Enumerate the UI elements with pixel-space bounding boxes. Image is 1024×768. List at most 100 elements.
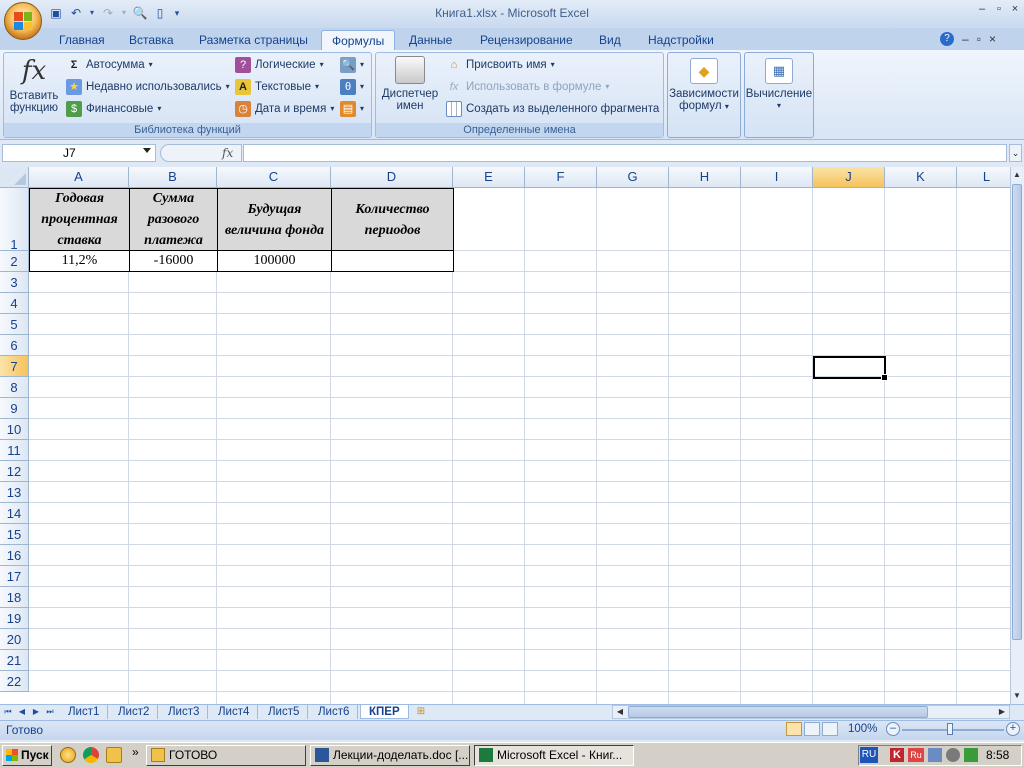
select-all-button[interactable] <box>0 167 29 188</box>
row-header-17[interactable]: 17 <box>0 566 29 587</box>
sheet-tab-kper[interactable]: КПЕР <box>360 705 409 719</box>
zoom-in-icon[interactable]: + <box>1006 722 1020 736</box>
formula-input[interactable] <box>243 144 1007 162</box>
first-sheet-icon[interactable]: ⏮ <box>2 705 14 719</box>
sheet-tab-3[interactable]: Лист3 <box>160 705 209 719</box>
tray-icon-2[interactable] <box>946 748 960 762</box>
cell-C2[interactable]: 100000 <box>217 250 332 272</box>
active-cell-cursor[interactable] <box>813 356 888 381</box>
tab-home[interactable]: Главная <box>49 30 115 50</box>
chrome-icon[interactable] <box>83 747 99 763</box>
task-gotovo[interactable]: ГОТОВО <box>146 745 306 766</box>
name-box[interactable]: J7 <box>2 144 156 162</box>
maximize-button[interactable]: ▫ <box>991 2 1007 16</box>
tab-data[interactable]: Данные <box>399 30 462 50</box>
name-box-dropdown-icon[interactable] <box>143 148 151 153</box>
scroll-down-icon[interactable]: ▼ <box>1011 690 1023 702</box>
office-button[interactable] <box>4 2 42 40</box>
cell-D1[interactable]: Количество периодов <box>331 188 454 251</box>
tray-icon-1[interactable] <box>928 748 942 762</box>
task-excel[interactable]: Microsoft Excel - Книг... <box>474 745 634 766</box>
column-header-k[interactable]: K <box>885 167 957 188</box>
page-break-view-button[interactable] <box>822 722 838 736</box>
antivirus-icon[interactable]: K <box>890 748 904 762</box>
tab-page-layout[interactable]: Разметка страницы <box>189 30 318 50</box>
row-header-18[interactable]: 18 <box>0 587 29 608</box>
cell-A2[interactable]: 11,2% <box>29 250 130 272</box>
quicklaunch-icon[interactable] <box>60 747 76 763</box>
worksheet-grid[interactable]: ABCDEFGHIJKL 1 2 3 4 5 6 7 8 9 10 11 12 13 14 15 16 17 18… <box>0 167 1010 704</box>
folder-shortcut-icon[interactable] <box>106 747 122 763</box>
column-header-l[interactable]: L <box>957 167 1010 188</box>
insert-sheet-icon[interactable]: ⊞ <box>410 705 432 719</box>
use-in-formula-button[interactable]: fx Использовать в формуле ▾ <box>446 78 610 96</box>
horizontal-scroll-thumb[interactable] <box>628 706 928 718</box>
column-header-a[interactable]: A <box>29 167 129 188</box>
ribbon-close-icon[interactable]: × <box>989 32 996 46</box>
sheet-tab-4[interactable]: Лист4 <box>210 705 259 719</box>
datetime-functions-button[interactable]: ◷ Дата и время ▾ <box>235 100 334 118</box>
prev-sheet-icon[interactable]: ◀ <box>16 705 28 719</box>
cell-B1[interactable]: Сумма разового платежа <box>129 188 218 251</box>
close-button[interactable]: × <box>1007 2 1023 16</box>
expand-formula-bar-icon[interactable]: ⌄ <box>1009 144 1022 162</box>
column-header-i[interactable]: I <box>741 167 813 188</box>
cell-B2[interactable]: -16000 <box>129 250 218 272</box>
text-functions-button[interactable]: A Текстовые ▾ <box>235 78 319 96</box>
row-header-11[interactable]: 11 <box>0 440 29 461</box>
last-sheet-icon[interactable]: ⏭ <box>44 705 56 719</box>
row-header-10[interactable]: 10 <box>0 419 29 440</box>
row-header-3[interactable]: 3 <box>0 272 29 293</box>
row-header-6[interactable]: 6 <box>0 335 29 356</box>
row-header-16[interactable]: 16 <box>0 545 29 566</box>
calculation-button[interactable]: ▦ Вычисление ▾ <box>745 58 813 112</box>
language-indicator[interactable]: RU <box>860 747 878 763</box>
insert-function-button[interactable]: fx Вставить функцию <box>6 56 62 114</box>
create-from-selection-button[interactable]: Создать из выделенного фрагмента <box>446 100 659 118</box>
row-header-19[interactable]: 19 <box>0 608 29 629</box>
zoom-out-icon[interactable]: – <box>886 722 900 736</box>
keyboard-layout-icon[interactable]: Ru <box>908 748 924 762</box>
autosum-button[interactable]: Σ Автосумма ▾ <box>66 56 153 74</box>
column-header-h[interactable]: H <box>669 167 741 188</box>
column-header-f[interactable]: F <box>525 167 597 188</box>
network-icon[interactable] <box>964 748 978 762</box>
sheet-tab-6[interactable]: Лист6 <box>310 705 359 719</box>
math-functions-button[interactable]: θ ▾ <box>340 78 364 96</box>
minimize-button[interactable]: – <box>974 2 990 16</box>
more-quicklaunch-icon[interactable]: » <box>132 745 139 759</box>
row-header-1[interactable]: 1 <box>0 188 29 252</box>
scroll-right-icon[interactable]: ▶ <box>996 706 1008 718</box>
column-header-g[interactable]: G <box>597 167 669 188</box>
ribbon-restore-icon[interactable]: ▫ <box>977 32 981 46</box>
zoom-slider-thumb[interactable] <box>947 723 953 735</box>
more-functions-button[interactable]: ▤ ▾ <box>340 100 364 118</box>
logical-functions-button[interactable]: ? Логические ▾ <box>235 56 324 74</box>
column-header-d[interactable]: D <box>331 167 453 188</box>
scroll-up-icon[interactable]: ▲ <box>1011 169 1023 181</box>
row-header-8[interactable]: 8 <box>0 377 29 398</box>
tab-review[interactable]: Рецензирование <box>470 30 583 50</box>
row-header-20[interactable]: 20 <box>0 629 29 650</box>
tab-addins[interactable]: Надстройки <box>638 30 724 50</box>
tab-insert[interactable]: Вставка <box>119 30 184 50</box>
scroll-left-icon[interactable]: ◀ <box>614 706 626 718</box>
row-header-12[interactable]: 12 <box>0 461 29 482</box>
row-header-14[interactable]: 14 <box>0 503 29 524</box>
recent-functions-button[interactable]: ★ Недавно использовались ▾ <box>66 78 230 96</box>
zoom-slider[interactable] <box>902 729 1004 731</box>
assign-name-button[interactable]: ⌂ Присвоить имя ▾ <box>446 56 555 74</box>
row-header-15[interactable]: 15 <box>0 524 29 545</box>
normal-view-button[interactable] <box>786 722 802 736</box>
sheet-tab-5[interactable]: Лист5 <box>260 705 309 719</box>
column-header-b[interactable]: B <box>129 167 217 188</box>
ribbon-minimize-icon[interactable]: – <box>962 32 969 46</box>
zoom-level[interactable]: 100% <box>848 723 877 735</box>
column-header-e[interactable]: E <box>453 167 525 188</box>
row-header-7[interactable]: 7 <box>0 356 29 377</box>
tab-formulas[interactable]: Формулы <box>321 30 396 50</box>
name-manager-button[interactable]: Диспетчер имен <box>379 56 441 112</box>
row-header-5[interactable]: 5 <box>0 314 29 335</box>
cell-A1[interactable]: Годовая процентная ставка <box>29 188 130 251</box>
sheet-tab-2[interactable]: Лист2 <box>110 705 159 719</box>
